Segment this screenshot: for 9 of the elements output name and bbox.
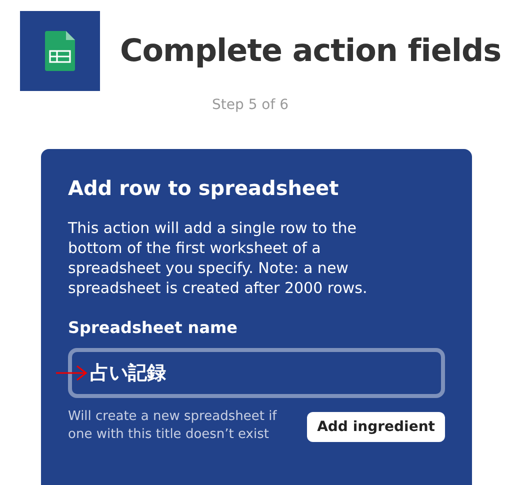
field-label: Spreadsheet name	[68, 318, 238, 337]
field-help: Will create a new spreadsheet if one with this title doesn’t exist	[68, 408, 278, 444]
card-description: This action will add a single row to the bottom of the first worksheet of a spreadsheet you specify. Note: a new spreadsheet is created after 2000 rows.	[68, 218, 368, 298]
spreadsheet-icon	[45, 31, 75, 71]
add-ingredient-button[interactable]: Add ingredient	[307, 412, 445, 442]
arrow-icon	[56, 365, 88, 381]
page-title: Complete action fields	[120, 33, 502, 69]
card-title: Add row to spreadsheet	[68, 176, 340, 200]
step-indicator: Step 5 of 6	[212, 97, 289, 113]
